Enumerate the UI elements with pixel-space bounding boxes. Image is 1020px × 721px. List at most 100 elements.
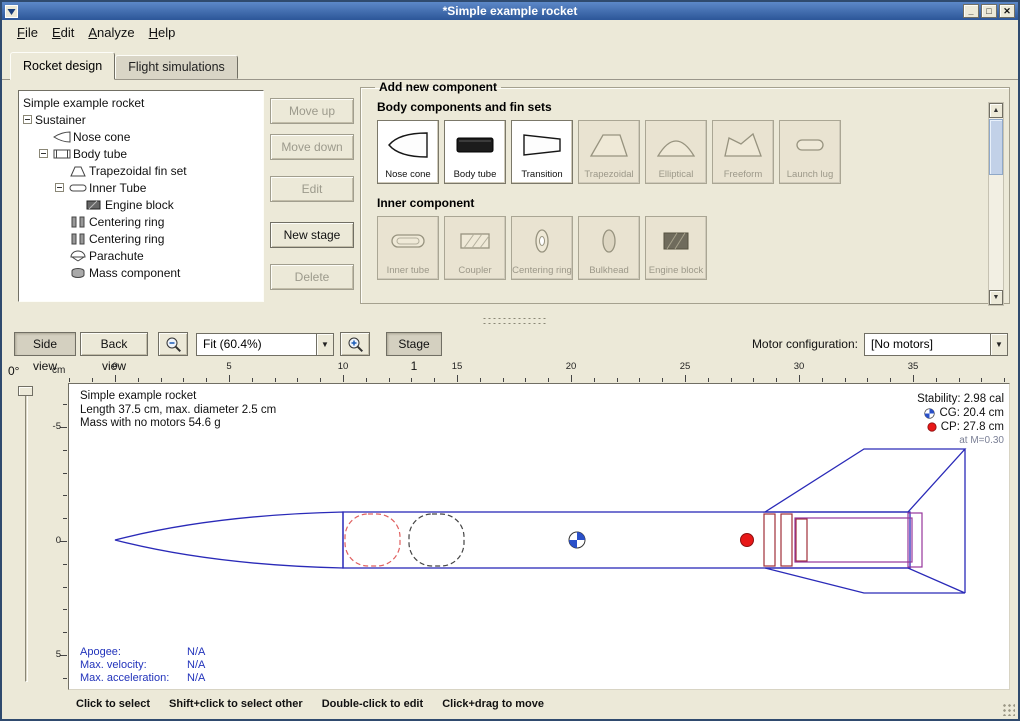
centering-ring-icon [67, 233, 89, 245]
zoom-level-select[interactable]: Fit (60.4%) ▼ [196, 333, 334, 356]
tab-rocket-design[interactable]: Rocket design [10, 52, 115, 80]
vertical-ruler: -505 [48, 383, 68, 691]
tree-item-engine-block[interactable]: Engine block [19, 196, 263, 213]
tree-item-fin-set[interactable]: Trapezoidal fin set [19, 162, 263, 179]
elliptical-fin-icon [646, 121, 706, 170]
zoom-in-button[interactable] [340, 332, 370, 356]
rocket-name: Simple example rocket [80, 390, 276, 404]
tree-item-rocket[interactable]: Simple example rocket [19, 94, 263, 111]
move-up-button: Move up [270, 98, 354, 124]
apogee-value: N/A [187, 646, 205, 658]
nose-cone-icon [378, 121, 438, 170]
rocket-mass: Mass with no motors 54.6 g [80, 417, 276, 431]
scrollbar-thumb[interactable] [989, 119, 1003, 175]
tree-item-nose-cone[interactable]: Nose cone [19, 128, 263, 145]
menu-help[interactable]: Help [142, 22, 183, 43]
move-down-button: Move down [270, 134, 354, 160]
nose-cone-icon [51, 131, 73, 143]
new-stage-button[interactable]: New stage [270, 222, 354, 248]
mach-condition: at M=0.30 [917, 434, 1004, 448]
mass-component-icon [67, 267, 89, 279]
inner-components-row: Inner tube Coupler Centering ring Bulkhe… [377, 216, 1009, 280]
inner-tube-icon [378, 217, 438, 266]
rotation-slider-handle[interactable] [18, 386, 33, 396]
add-trapezoidal-fin-button: Trapezoidal [578, 120, 640, 184]
collapse-handle-icon[interactable] [55, 183, 64, 192]
status-hints: Click to select Shift+click to select ot… [76, 698, 560, 710]
collapse-handle-icon[interactable] [23, 115, 32, 124]
resize-grip-icon[interactable] [1002, 703, 1015, 716]
body-components-row: Nose cone Body tube Transition Trapezoid… [377, 120, 1009, 184]
stage-1-toggle[interactable]: Stage 1 [386, 332, 442, 356]
inner-tube-icon [67, 182, 89, 194]
magnifier-minus-icon [165, 336, 182, 353]
engine-block-icon [646, 217, 706, 266]
parachute-icon [67, 250, 89, 262]
component-tree[interactable]: Simple example rocket Sustainer Nose con… [18, 90, 264, 302]
tree-item-parachute[interactable]: Parachute [19, 247, 263, 264]
fin-set-icon [67, 165, 89, 177]
close-button[interactable]: ✕ [999, 4, 1015, 18]
chevron-down-icon[interactable]: ▼ [316, 334, 333, 355]
add-launch-lug-button: Launch lug [779, 120, 841, 184]
coupler-icon [445, 217, 505, 266]
tree-item-centering-ring-1[interactable]: Centering ring [19, 213, 263, 230]
cg-icon [924, 408, 935, 419]
tree-item-body-tube[interactable]: Body tube [19, 145, 263, 162]
scroll-down-icon[interactable]: ▼ [989, 290, 1003, 305]
panel-splitter[interactable] [2, 314, 1018, 328]
zoom-out-button[interactable] [158, 332, 188, 356]
delete-button: Delete [270, 264, 354, 290]
scroll-up-icon[interactable]: ▲ [989, 103, 1003, 118]
status-bar: Click to select Shift+click to select ot… [2, 692, 1018, 719]
tree-item-sustainer[interactable]: Sustainer [19, 111, 263, 128]
design-panel: Simple example rocket Sustainer Nose con… [2, 80, 1018, 314]
ruler-unit-label: cm [52, 365, 65, 376]
motor-configuration-select[interactable]: [No motors] ▼ [864, 333, 1008, 356]
component-panel-scrollbar[interactable]: ▲ ▼ [988, 102, 1004, 306]
centering-ring-icon [512, 217, 572, 266]
add-centering-ring-button: Centering ring [511, 216, 573, 280]
menu-edit[interactable]: Edit [45, 22, 81, 43]
menu-file[interactable]: File [10, 22, 45, 43]
freeform-fin-icon [713, 121, 773, 170]
tree-item-centering-ring-2[interactable]: Centering ring [19, 230, 263, 247]
magnifier-plus-icon [347, 336, 364, 353]
collapse-handle-icon[interactable] [39, 149, 48, 158]
tab-bar: Rocket design Flight simulations [2, 45, 1018, 80]
minimize-button[interactable]: _ [963, 4, 979, 18]
add-nose-cone-button[interactable]: Nose cone [377, 120, 439, 184]
menu-analyze[interactable]: Analyze [81, 22, 141, 43]
splitter-grip-icon [482, 322, 546, 325]
engine-block-icon [83, 199, 105, 211]
view-toolbar: Side view Back view Fit (60.4%) ▼ Stage … [2, 328, 1018, 360]
add-coupler-button: Coupler [444, 216, 506, 280]
add-bulkhead-button: Bulkhead [578, 216, 640, 280]
add-transition-button[interactable]: Transition [511, 120, 573, 184]
edit-button: Edit [270, 176, 354, 202]
add-new-component-panel: Add new component Body components and fi… [360, 80, 1010, 304]
maximize-button[interactable]: □ [981, 4, 997, 18]
back-view-toggle[interactable]: Back view [80, 332, 148, 356]
rotation-angle-label: 0° [8, 364, 19, 378]
tree-item-mass-component[interactable]: Mass component [19, 264, 263, 281]
add-body-tube-button[interactable]: Body tube [444, 120, 506, 184]
cp-value: CP: 27.8 cm [941, 420, 1004, 434]
tab-flight-simulations[interactable]: Flight simulations [115, 55, 238, 79]
cg-value: CG: 20.4 cm [939, 406, 1004, 420]
add-inner-tube-button: Inner tube [377, 216, 439, 280]
rocket-view: 0° cm 05101520253035 -505 [2, 360, 1018, 692]
side-view-toggle[interactable]: Side view [14, 332, 76, 356]
inner-component-group-label: Inner component [377, 196, 1009, 210]
title-bar[interactable]: *Simple example rocket _ □ ✕ [2, 2, 1018, 20]
window-title: *Simple example rocket [2, 2, 1018, 20]
body-tube-icon [51, 148, 73, 160]
motor-configuration-label: Motor configuration: [752, 337, 858, 351]
flight-stats: Apogee:N/A Max. velocity:N/A Max. accele… [80, 646, 205, 685]
stability-value: Stability: 2.98 cal [917, 392, 1004, 406]
rotation-slider[interactable] [25, 388, 28, 682]
body-components-group-label: Body components and fin sets [377, 100, 1009, 114]
tree-item-inner-tube[interactable]: Inner Tube [19, 179, 263, 196]
body-tube-icon [445, 121, 505, 170]
chevron-down-icon[interactable]: ▼ [990, 334, 1007, 355]
